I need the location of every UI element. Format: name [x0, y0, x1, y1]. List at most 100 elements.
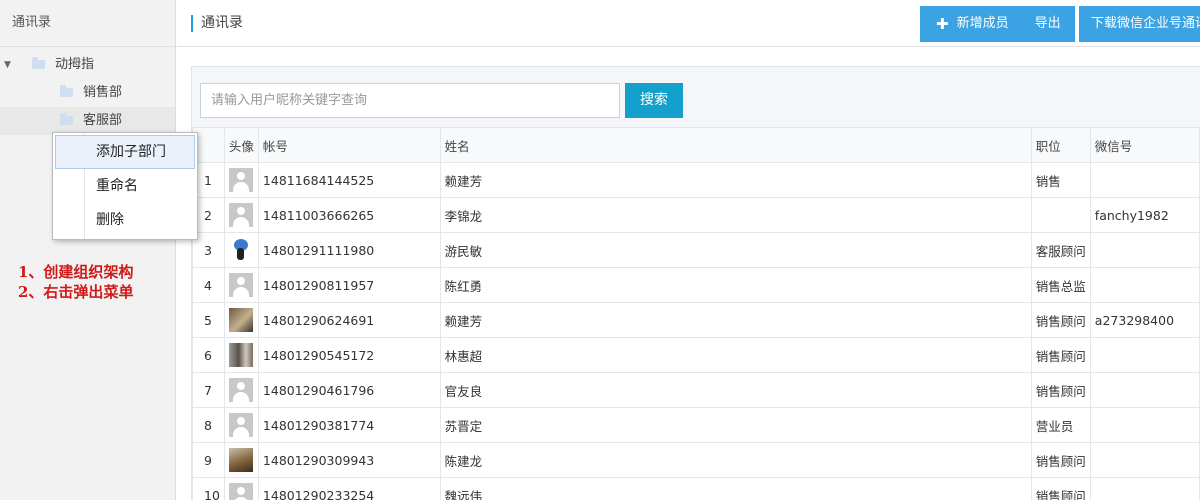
table-row[interactable]: 9 14801290309943 陈建龙 销售顾问: [192, 442, 1200, 478]
position-cell: 销售: [1030, 162, 1091, 198]
avatar-cell: [223, 162, 259, 198]
wechat-cell: [1089, 372, 1200, 408]
action-button-group: ✚ 新增成员 导出: [920, 6, 1075, 42]
column-header-position[interactable]: 职位: [1030, 127, 1091, 163]
contacts-panel: 请输入用户昵称关键字查询 搜索 头像 帐号 姓名 职位 微信号 1 1481168…: [191, 66, 1200, 500]
position-cell: 销售总监: [1030, 267, 1091, 303]
download-contacts-button[interactable]: 下载微信企业号通讯录: [1079, 6, 1200, 42]
avatar-cell: [223, 407, 259, 443]
avatar: [228, 343, 253, 367]
collapse-triangle-icon[interactable]: ▼: [4, 51, 11, 79]
tree-node-sales[interactable]: 销售部: [0, 79, 175, 107]
wechat-cell: [1089, 162, 1200, 198]
account-cell: 14801291111980: [257, 232, 441, 268]
table-row[interactable]: 7 14801290461796 官友良 销售顾问: [192, 372, 1200, 408]
default-avatar-icon: [228, 483, 253, 500]
avatar-cell: [223, 372, 259, 408]
table-row[interactable]: 2 14811003666265 李锦龙 fanchy1982: [192, 197, 1200, 233]
default-avatar-icon: [228, 413, 253, 437]
sidebar-title: 通讯录: [0, 0, 175, 47]
row-index: 4: [192, 267, 225, 303]
avatar: [228, 238, 253, 262]
name-cell: 赖建芳: [439, 302, 1032, 338]
instruction-annotation: 1、创建组织架构 2、右击弹出菜单: [18, 262, 133, 302]
avatar-cell: [223, 337, 259, 373]
account-cell: 14801290624691: [257, 302, 441, 338]
table-row[interactable]: 3 14801291111980 游民敏 客服顾问: [192, 232, 1200, 268]
export-button[interactable]: 导出: [1023, 6, 1075, 42]
position-cell: 销售顾问: [1030, 442, 1091, 478]
account-cell: 14801290461796: [257, 372, 441, 408]
column-header-avatar: 头像: [223, 127, 259, 163]
avatar-cell: [223, 267, 259, 303]
folder-icon: [60, 85, 73, 97]
position-cell: 销售顾问: [1030, 477, 1091, 500]
row-index: 6: [192, 337, 225, 373]
table-row[interactable]: 1 14811684144525 赖建芳 销售: [192, 162, 1200, 198]
wechat-cell: a273298400: [1089, 302, 1200, 338]
row-index: 8: [192, 407, 225, 443]
name-cell: 苏晋定: [439, 407, 1032, 443]
wechat-cell: [1089, 337, 1200, 373]
avatar-cell: [223, 302, 259, 338]
annotation-line: 1、创建组织架构: [18, 263, 134, 281]
tree-node-service[interactable]: 客服部: [0, 107, 175, 135]
wechat-cell: [1089, 477, 1200, 500]
name-cell: 魏远伟: [439, 477, 1032, 500]
menu-item-delete[interactable]: 删除: [53, 203, 197, 237]
name-cell: 赖建芳: [439, 162, 1032, 198]
avatar-cell: [223, 232, 259, 268]
row-index: 5: [192, 302, 225, 338]
position-cell: 销售顾问: [1030, 337, 1091, 373]
position-cell: 营业员: [1030, 407, 1091, 443]
row-index: 7: [192, 372, 225, 408]
sidebar: 通讯录 ▼ 动拇指 销售部 客服部 1、创建组织架构 2、右击弹出菜单: [0, 0, 176, 500]
column-header-wechat[interactable]: 微信号: [1089, 127, 1200, 163]
search-button[interactable]: 搜索: [625, 83, 683, 118]
table-row[interactable]: 10 14801290233254 魏远伟 销售顾问: [192, 477, 1200, 500]
row-index: 10: [192, 477, 225, 500]
table-row[interactable]: 5 14801290624691 赖建芳 销售顾问 a273298400: [192, 302, 1200, 338]
top-bar: 通讯录 ✚ 新增成员 导出 下载微信企业号通讯录: [177, 0, 1200, 47]
wechat-cell: [1089, 407, 1200, 443]
avatar: [228, 308, 253, 332]
folder-icon: [32, 57, 45, 69]
account-cell: 14811684144525: [257, 162, 441, 198]
tree-node-root[interactable]: ▼ 动拇指: [0, 51, 175, 79]
wechat-cell: [1089, 232, 1200, 268]
department-tree: ▼ 动拇指 销售部 客服部: [0, 47, 175, 135]
avatar: [228, 448, 253, 472]
menu-item-rename[interactable]: 重命名: [53, 169, 197, 203]
row-index: 9: [192, 442, 225, 478]
column-header-account[interactable]: 帐号: [257, 127, 441, 163]
account-cell: 14801290309943: [257, 442, 441, 478]
name-cell: 林惠超: [439, 337, 1032, 373]
tree-node-label: 动拇指: [55, 57, 95, 72]
position-cell: [1030, 197, 1091, 233]
search-input[interactable]: 请输入用户昵称关键字查询: [200, 83, 620, 118]
position-cell: 销售顾问: [1030, 372, 1091, 408]
name-cell: 官友良: [439, 372, 1032, 408]
account-cell: 14801290233254: [257, 477, 441, 500]
wechat-cell: [1089, 442, 1200, 478]
add-member-button[interactable]: ✚ 新增成员: [920, 6, 1023, 42]
name-cell: 陈建龙: [439, 442, 1032, 478]
table-body: 1 14811684144525 赖建芳 销售 2 14811003666265 李锦龙 fa…: [192, 162, 1200, 500]
default-avatar-icon: [228, 273, 253, 297]
menu-item-add-subdepartment[interactable]: 添加子部门: [55, 135, 195, 169]
table-row[interactable]: 4 14801290811957 陈红勇 销售总监: [192, 267, 1200, 303]
annotation-line: 2、右击弹出菜单: [18, 283, 134, 301]
name-cell: 李锦龙: [439, 197, 1032, 233]
avatar-cell: [223, 197, 259, 233]
table-row[interactable]: 6 14801290545172 林惠超 销售顾问: [192, 337, 1200, 373]
account-cell: 14801290545172: [257, 337, 441, 373]
avatar-cell: [223, 477, 259, 500]
avatar-cell: [223, 442, 259, 478]
wechat-cell: [1089, 267, 1200, 303]
add-member-label: 新增成员: [956, 16, 1009, 31]
name-cell: 陈红勇: [439, 267, 1032, 303]
table-row[interactable]: 8 14801290381774 苏晋定 营业员: [192, 407, 1200, 443]
wechat-cell: fanchy1982: [1089, 197, 1200, 233]
page-title: 通讯录: [191, 15, 243, 32]
column-header-name[interactable]: 姓名: [439, 127, 1032, 163]
